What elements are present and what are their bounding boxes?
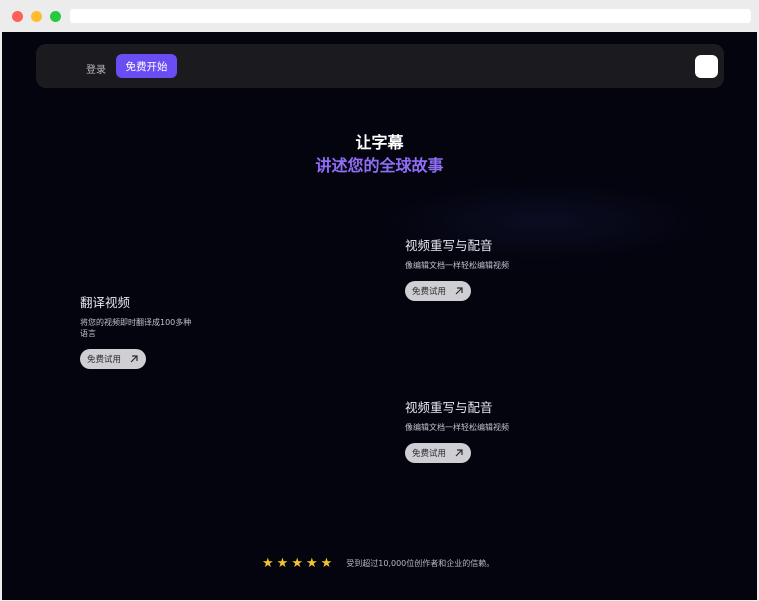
top-navbar: 登录 免费开始 <box>36 44 724 88</box>
try-free-label: 免费试用 <box>412 449 447 459</box>
hero-subtitle: 讲述您的全球故事 <box>315 156 444 175</box>
try-free-label: 免费试用 <box>412 287 447 297</box>
try-free-button[interactable]: 免费试用 <box>405 443 472 463</box>
feature-card-description: 像编辑文档一样轻松编辑视频 <box>405 261 509 270</box>
star-icon: ★ <box>305 556 318 571</box>
arrow-up-right-icon <box>455 287 463 295</box>
star-icon: ★ <box>291 556 303 571</box>
star-icon: ★ <box>276 556 289 571</box>
feature-card-rewrite-dub-2: 视频重写与配音 像编辑文档一样轻松编辑视频 免费试用 <box>405 397 555 463</box>
feature-card-description: 像编辑文档一样轻松编辑视频 <box>405 423 509 432</box>
arrow-up-right-icon <box>130 355 138 363</box>
feature-card-title: 视频重写与配音 <box>405 400 493 415</box>
page-viewport: 登录 免费开始 让字幕 讲述您的全球故事 翻译视频 将您的视频即时翻译成100多… <box>2 32 757 600</box>
rating-bar: ★ ★ ★ ★ ★ 受到超过10,000位创作者和企业的信赖。 <box>262 557 494 570</box>
minimize-window-button[interactable] <box>31 11 42 22</box>
login-link[interactable]: 登录 <box>86 61 106 76</box>
address-bar[interactable] <box>70 9 751 23</box>
feature-card-description: 将您的视频即时翻译成100多种语言 <box>80 318 192 338</box>
trust-text: 受到超过10,000位创作者和企业的信赖。 <box>346 559 495 568</box>
feature-card-title: 视频重写与配音 <box>405 238 493 253</box>
arrow-up-right-icon <box>455 449 463 457</box>
browser-chrome <box>0 0 759 32</box>
menu-toggle-button[interactable] <box>695 55 718 78</box>
feature-card-translate: 翻译视频 将您的视频即时翻译成100多种语言 免费试用 <box>80 292 195 369</box>
try-free-label: 免费试用 <box>87 355 122 365</box>
maximize-window-button[interactable] <box>50 11 61 22</box>
star-icon: ★ <box>262 556 274 571</box>
feature-card-rewrite-dub: 视频重写与配音 像编辑文档一样轻松编辑视频 免费试用 <box>405 235 555 301</box>
try-free-button[interactable]: 免费试用 <box>405 281 472 301</box>
try-free-button[interactable]: 免费试用 <box>80 349 147 369</box>
free-start-button[interactable]: 免费开始 <box>116 54 177 78</box>
star-icon: ★ <box>320 556 333 571</box>
feature-card-title: 翻译视频 <box>80 295 131 310</box>
close-window-button[interactable] <box>12 11 23 22</box>
hero-title: 让字幕 <box>355 133 404 152</box>
